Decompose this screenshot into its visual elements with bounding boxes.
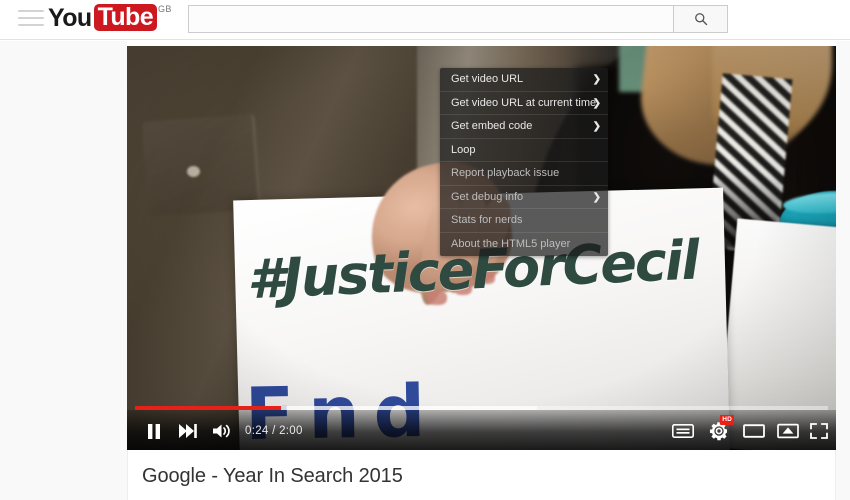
context-menu-item-get-video-url[interactable]: Get video URL ❯ xyxy=(440,68,608,92)
context-menu-item-stats-for-nerds[interactable]: Stats for nerds xyxy=(440,209,608,233)
chevron-right-icon: ❯ xyxy=(592,121,601,132)
chevron-right-icon: ❯ xyxy=(592,97,601,109)
guide-toggle-button[interactable] xyxy=(18,10,44,30)
masthead: You Tube GB xyxy=(0,0,850,40)
player-context-menu[interactable]: Get video URL ❯ Get video URL at current… xyxy=(440,68,608,256)
context-menu-item-get-embed-code[interactable]: Get embed code ❯ xyxy=(440,115,608,139)
theater-mode-icon xyxy=(743,424,765,438)
subtitles-icon xyxy=(672,424,694,438)
context-menu-item-get-debug-info[interactable]: Get debug info ❯ xyxy=(440,186,608,209)
context-menu-item-report-playback-issue[interactable]: Report playback issue xyxy=(440,162,608,186)
search-input[interactable] xyxy=(188,5,673,33)
pause-icon xyxy=(148,423,160,439)
volume-icon xyxy=(213,424,230,438)
context-menu-item-label: Loop xyxy=(451,143,476,156)
video-player[interactable]: #JusticeForCecil Fnd Get video URL ❯ Get… xyxy=(127,46,836,450)
context-menu-item-label: Get video URL xyxy=(451,73,524,85)
hamburger-line xyxy=(18,10,44,12)
context-menu-item-label: Get embed code xyxy=(451,120,533,132)
context-menu-item-label: Stats for nerds xyxy=(451,214,523,226)
context-menu-item-loop[interactable]: Loop xyxy=(440,139,608,162)
scene-jacket-button xyxy=(187,166,200,177)
fullscreen-button[interactable] xyxy=(807,420,831,442)
search-icon xyxy=(694,13,707,26)
progress-bar[interactable] xyxy=(135,406,828,410)
next-icon xyxy=(179,424,197,438)
pause-button[interactable] xyxy=(143,420,165,442)
youtube-logo[interactable]: You Tube GB xyxy=(48,4,172,32)
settings-button[interactable]: HD xyxy=(707,415,734,442)
context-menu-item-label: Get video URL at current time xyxy=(451,96,597,109)
search-button[interactable] xyxy=(673,5,728,33)
theater-mode-button[interactable] xyxy=(742,420,766,442)
context-menu-item-label: Report playback issue xyxy=(451,167,560,179)
subtitles-button[interactable] xyxy=(671,420,695,442)
time-display: 0:24 / 2:00 xyxy=(245,425,303,437)
next-video-button[interactable] xyxy=(177,420,199,442)
fullscreen-icon xyxy=(810,423,828,439)
context-menu-item-about-the-html5-player[interactable]: About the HTML5 player xyxy=(440,233,608,257)
page-title: Google - Year In Search 2015 xyxy=(142,465,403,487)
page-background-right xyxy=(836,41,850,500)
context-menu-item-get-video-url-at-current-time[interactable]: Get video URL at current time ❯ xyxy=(440,92,608,115)
page-background-left xyxy=(0,41,127,500)
search-form xyxy=(188,5,728,33)
progress-played xyxy=(135,406,281,410)
context-menu-item-label: About the HTML5 player xyxy=(451,237,571,250)
hd-quality-badge: HD xyxy=(720,415,734,425)
cast-icon xyxy=(777,423,799,439)
logo-text-tube: Tube xyxy=(93,4,158,31)
chevron-right-icon: ❯ xyxy=(592,74,601,85)
chevron-right-icon: ❯ xyxy=(592,191,601,203)
hamburger-line xyxy=(18,24,44,26)
context-menu-item-label: Get debug info xyxy=(451,190,524,203)
watch-info-panel: Google - Year In Search 2015 xyxy=(127,450,836,500)
volume-button[interactable] xyxy=(211,420,233,442)
cast-button[interactable] xyxy=(776,420,800,442)
hamburger-line xyxy=(18,17,44,19)
player-control-bar: 0:24 / 2:00 HD xyxy=(127,406,836,450)
logo-country-code: GB xyxy=(158,4,172,14)
logo-text-you: You xyxy=(48,4,92,32)
